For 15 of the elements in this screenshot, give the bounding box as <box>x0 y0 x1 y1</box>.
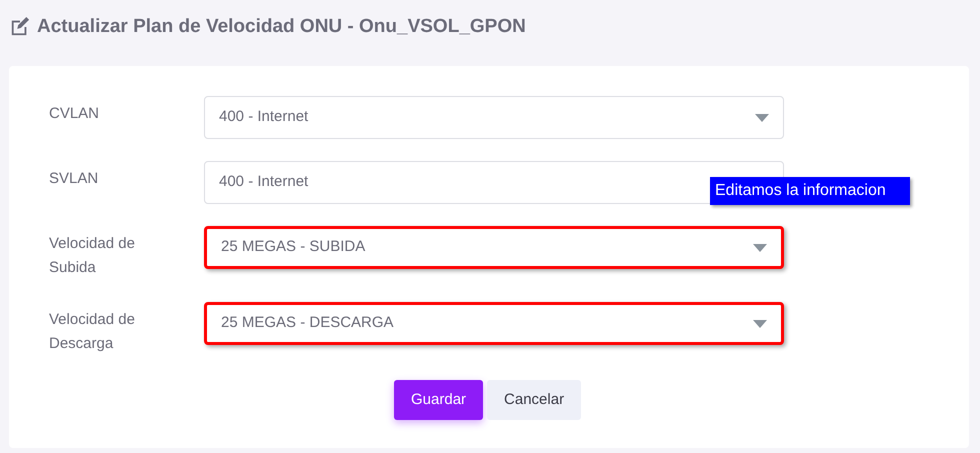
field-label: SVLAN <box>49 169 100 189</box>
select-field[interactable]: 25 MEGAS - DESCARGA <box>204 302 784 345</box>
select-field[interactable]: 25 MEGAS - SUBIDA <box>204 226 784 269</box>
field-label: Velocidad de Subida <box>49 234 136 278</box>
caret-icon <box>753 244 767 252</box>
caret-icon <box>755 114 769 122</box>
cancel-button[interactable]: Cancelar <box>487 380 582 420</box>
save-button[interactable]: Guardar <box>394 380 484 420</box>
field-label: Velocidad de Descarga <box>49 310 136 354</box>
caret-icon <box>753 320 767 328</box>
edit-icon <box>9 17 31 37</box>
annotation-note: Editamos la informacion <box>710 177 910 205</box>
field-label: CVLAN <box>49 104 100 124</box>
page-title: Actualizar Plan de Velocidad ONU - Onu_VSOL_GPON <box>37 14 526 39</box>
select-field[interactable]: 400 - Internet <box>204 96 784 139</box>
